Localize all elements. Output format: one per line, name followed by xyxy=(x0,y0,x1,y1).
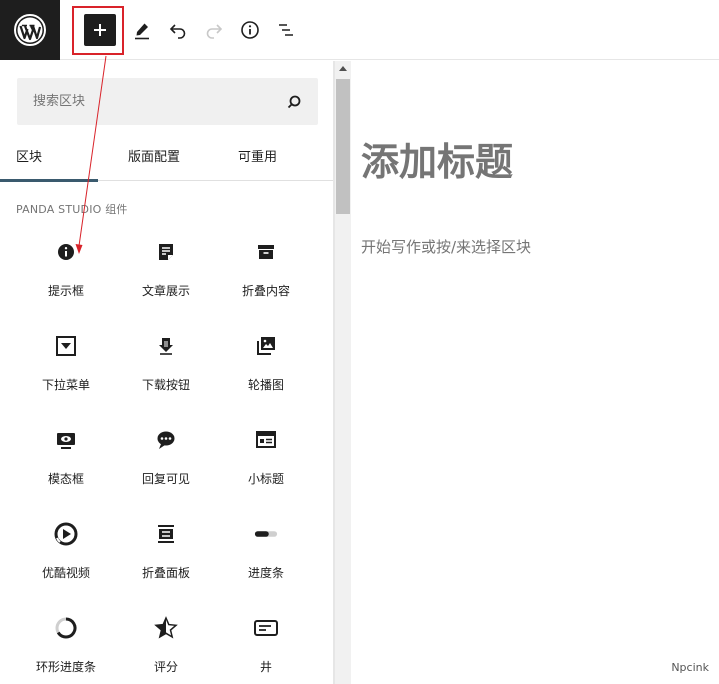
gallery-images-icon xyxy=(254,334,278,358)
body-placeholder[interactable]: 开始写作或按/来选择区块 xyxy=(361,236,531,257)
scroll-up-arrow-icon[interactable] xyxy=(339,66,347,71)
tab-blocks[interactable]: 区块 xyxy=(0,135,98,182)
tab-patterns[interactable]: 版面配置 xyxy=(98,135,210,181)
block-item-accordion[interactable]: 折叠面板 xyxy=(116,503,216,597)
block-label: 优酷视频 xyxy=(41,566,90,580)
wordpress-logo-button[interactable] xyxy=(0,0,60,60)
block-item-well[interactable]: 井 xyxy=(216,597,316,684)
search-input[interactable] xyxy=(17,78,277,125)
post-title-placeholder[interactable]: 添加标题 xyxy=(361,131,513,186)
undo-icon xyxy=(169,24,186,39)
block-label: 环形进度条 xyxy=(35,660,96,674)
block-item-reply-visible[interactable]: 回复可见 xyxy=(116,409,216,503)
block-label: 井 xyxy=(259,660,272,674)
block-item-dropdown[interactable]: 下拉菜单 xyxy=(16,315,116,409)
list-view-button[interactable] xyxy=(270,14,302,46)
pencil-icon xyxy=(135,23,149,40)
block-label: 折叠内容 xyxy=(241,284,290,298)
accordion-panel-icon xyxy=(154,522,178,546)
block-item-youku-video[interactable]: 优酷视频 xyxy=(16,503,116,597)
search-icon[interactable] xyxy=(286,94,302,110)
block-item-ring-progress[interactable]: 环形进度条 xyxy=(16,597,116,684)
post-document-icon xyxy=(154,240,178,264)
modal-screen-icon xyxy=(54,428,78,452)
inserter-tabs: 区块 版面配置 可重用 xyxy=(0,135,333,182)
block-label: 提示框 xyxy=(47,284,84,298)
heading-card-icon xyxy=(254,428,278,452)
block-label: 轮播图 xyxy=(247,378,284,392)
search-box xyxy=(17,78,318,125)
card-lines-icon xyxy=(254,616,278,640)
archive-box-icon xyxy=(254,240,278,264)
tab-reusable[interactable]: 可重用 xyxy=(210,135,305,181)
redo-icon xyxy=(206,24,223,39)
block-label: 回复可见 xyxy=(141,472,190,486)
info-circle-icon xyxy=(54,240,78,264)
progress-bar-icon xyxy=(254,522,278,546)
watermark: Npcink xyxy=(671,661,709,674)
list-view-icon xyxy=(279,24,293,36)
block-label: 文章展示 xyxy=(141,284,190,298)
youku-play-icon xyxy=(54,522,78,546)
sidebar-scrollbar[interactable] xyxy=(334,61,351,684)
block-item-subheading[interactable]: 小标题 xyxy=(216,409,316,503)
block-item-rating[interactable]: 评分 xyxy=(116,597,216,684)
block-item-carousel[interactable]: 轮播图 xyxy=(216,315,316,409)
block-label: 模态框 xyxy=(47,472,84,486)
plus-icon xyxy=(94,24,106,36)
undo-button[interactable] xyxy=(162,14,194,46)
chat-bubble-icon xyxy=(154,428,178,452)
block-item-collapse[interactable]: 折叠内容 xyxy=(216,221,316,315)
scrollbar-thumb[interactable] xyxy=(336,79,350,214)
block-inserter-button[interactable] xyxy=(84,14,116,46)
block-label: 下拉菜单 xyxy=(41,378,90,392)
redo-button[interactable] xyxy=(198,14,230,46)
block-label: 进度条 xyxy=(247,566,284,580)
block-label: 折叠面板 xyxy=(141,566,190,580)
dropdown-box-icon xyxy=(54,334,78,358)
block-item-download-button[interactable]: 下载按钮 xyxy=(116,315,216,409)
details-button[interactable] xyxy=(234,14,266,46)
half-star-icon xyxy=(154,616,178,640)
block-label: 小标题 xyxy=(247,472,284,486)
block-item-notice[interactable]: 提示框 xyxy=(16,221,116,315)
block-inserter-panel: 区块 版面配置 可重用 PANDA STUDIO 组件 提示框 文章展示 折叠内… xyxy=(0,61,334,684)
download-arrow-icon xyxy=(154,334,178,358)
block-item-progress-bar[interactable]: 进度条 xyxy=(216,503,316,597)
ring-progress-icon xyxy=(54,616,78,640)
editor-toolbar xyxy=(0,0,719,60)
block-label: 评分 xyxy=(153,660,178,674)
block-item-modal[interactable]: 模态框 xyxy=(16,409,116,503)
info-icon xyxy=(241,21,259,39)
tools-button[interactable] xyxy=(126,14,158,46)
block-category-title: PANDA STUDIO 组件 xyxy=(16,203,128,216)
editor-canvas: 添加标题 开始写作或按/来选择区块 Npcink xyxy=(351,61,719,684)
block-label: 下载按钮 xyxy=(141,378,190,392)
wordpress-logo-icon xyxy=(14,14,46,46)
block-item-post-display[interactable]: 文章展示 xyxy=(116,221,216,315)
